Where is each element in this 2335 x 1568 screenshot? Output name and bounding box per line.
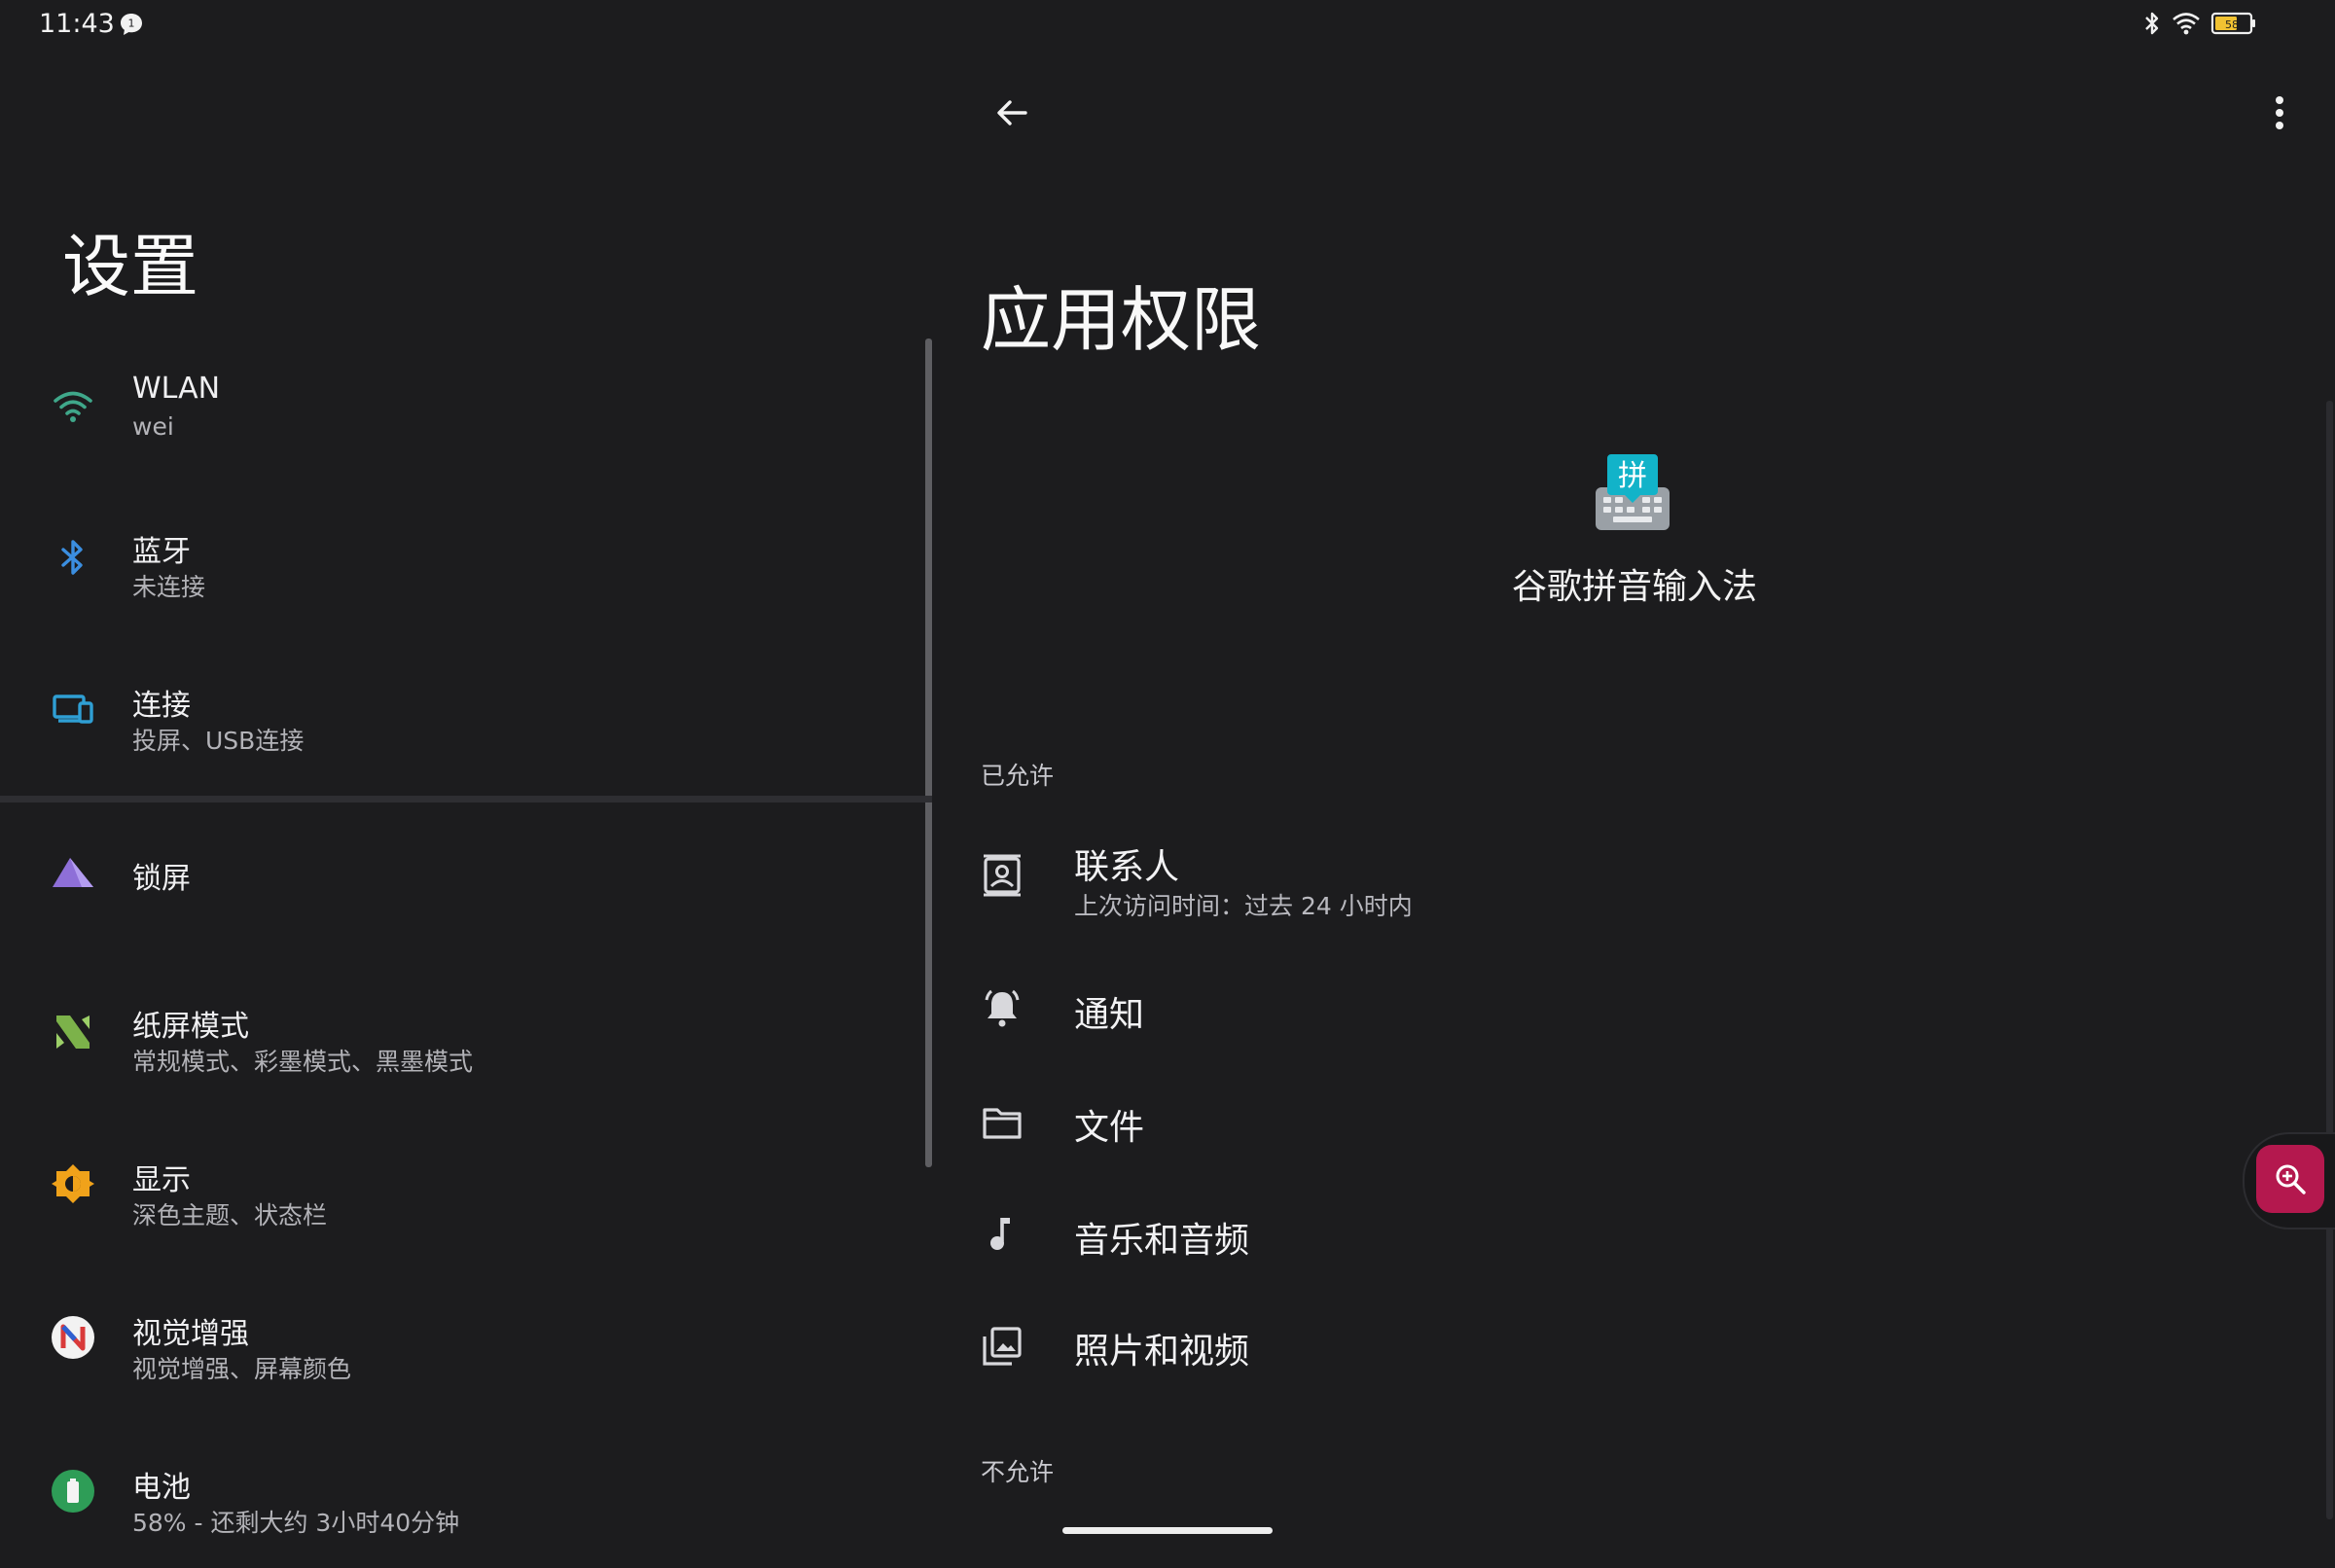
pinyin-keyboard-icon: 拼 [1592,452,1673,536]
settings-item-paper-mode[interactable]: 纸屏模式 常规模式、彩墨模式、黑墨模式 [0,961,924,1107]
settings-item-subtitle: 未连接 [132,573,206,601]
settings-item-display[interactable]: 显示 深色主题、状态栏 [0,1115,924,1261]
permission-photos-videos[interactable]: 照片和视频 [934,1294,2277,1401]
settings-item-subtitle: 常规模式、彩墨模式、黑墨模式 [132,1048,474,1076]
paper-mode-icon [51,1010,95,1054]
more-options-button[interactable] [2255,84,2304,142]
permission-subtitle: 上次访问时间：过去 24 小时内 [1074,892,1413,920]
svg-text:拼: 拼 [1618,459,1647,493]
settings-item-title: 纸屏模式 [132,1010,249,1044]
lockscreen-icon [51,850,95,895]
settings-item-title: 电池 [132,1471,191,1505]
permission-title: 通知 [1074,995,1145,1035]
notification-bell-icon [981,986,1024,1029]
settings-item-subtitle: 视觉增强、屏幕颜色 [132,1355,352,1383]
settings-item-subtitle: 深色主题、状态栏 [132,1201,328,1229]
floating-zoom-button[interactable] [2243,1132,2335,1229]
home-indicator[interactable] [1062,1527,1273,1534]
settings-pane: 设置 WLAN wei 蓝牙 未连接 连接 投屏、USB连接 锁屏 纸屏模式 常… [0,49,932,1556]
settings-item-title: 视觉增强 [132,1317,249,1351]
chat-bubble-icon: 1 [119,12,144,37]
allowed-section-header: 已允许 [981,762,1055,790]
settings-item-bluetooth[interactable]: 蓝牙 未连接 [0,486,924,632]
svg-text:1: 1 [128,18,135,30]
contacts-icon [981,854,1024,897]
wifi-icon [51,383,95,428]
permission-notifications[interactable]: 通知 [934,957,2277,1064]
music-note-icon [981,1212,1024,1255]
settings-item-title: 锁屏 [132,862,191,896]
permission-contacts[interactable]: 联系人 上次访问时间：过去 24 小时内 [934,825,2277,932]
vision-enhance-icon [51,1315,95,1360]
settings-item-title: 显示 [132,1163,191,1197]
app-name: 谷歌拼音输入法 [1511,567,1757,607]
settings-item-connection[interactable]: 连接 投屏、USB连接 [0,640,924,786]
bluetooth-icon [51,535,95,580]
settings-item-wlan[interactable]: WLAN wei [0,333,924,479]
permissions-pane: 应用权限 拼 谷歌拼音输入法 已允许 联系人 上次访问时间：过去 24 小时内 … [934,0,2335,1556]
settings-item-lockscreen[interactable]: 锁屏 [0,835,924,980]
devices-icon [51,687,95,731]
group-divider [0,796,932,802]
permission-files[interactable]: 文件 [934,1070,2277,1177]
back-button[interactable] [983,84,1041,142]
status-time: 11:43 [39,9,115,39]
settings-title: 设置 [62,227,198,306]
permission-title: 联系人 [1074,847,1180,887]
battery-icon [51,1469,95,1514]
settings-scrollbar[interactable] [925,339,932,1167]
brightness-icon [51,1161,95,1206]
settings-item-battery[interactable]: 电池 58% - 还剩大约 3小时40分钟 [0,1422,924,1568]
more-vert-icon [2276,96,2283,129]
settings-item-subtitle: 58% - 还剩大约 3小时40分钟 [132,1509,460,1537]
permission-title: 照片和视频 [1074,1332,1250,1372]
permission-title: 音乐和音频 [1074,1221,1250,1261]
settings-item-title: 连接 [132,689,191,723]
settings-item-subtitle: wei [132,412,174,441]
permission-music-audio[interactable]: 音乐和音频 [934,1183,2277,1290]
settings-item-title: 蓝牙 [132,535,191,569]
settings-item-subtitle: 投屏、USB连接 [132,727,305,755]
photo-library-icon [981,1325,1024,1368]
settings-item-title: WLAN [132,372,221,406]
zoom-in-icon [2276,1164,2306,1194]
permissions-scrollbar[interactable] [2326,401,2333,1519]
floating-zoom-inner[interactable] [2256,1145,2324,1213]
arrow-back-icon [997,100,1027,125]
page-title: 应用权限 [981,279,1262,361]
denied-section-header: 不允许 [981,1458,1055,1486]
permission-title: 文件 [1074,1108,1145,1148]
settings-item-vision-enhance[interactable]: 视觉增强 视觉增强、屏幕颜色 [0,1268,924,1414]
folder-icon [981,1101,1024,1144]
